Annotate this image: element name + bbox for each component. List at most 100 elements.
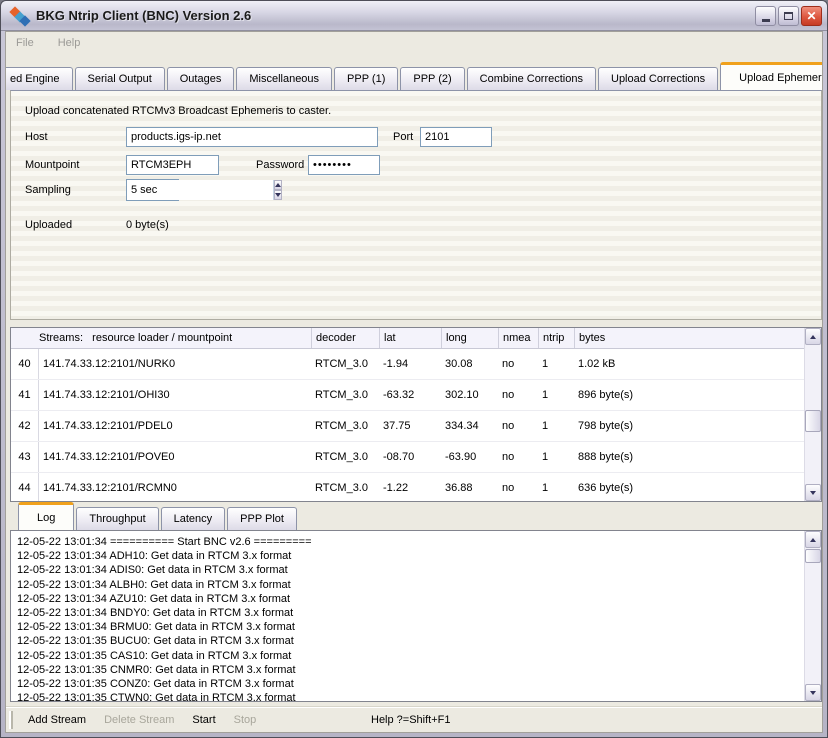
- log-scrollbar[interactable]: [804, 531, 821, 701]
- tab-outages[interactable]: Outages: [167, 67, 235, 90]
- tab-ppp-2[interactable]: PPP (2): [400, 67, 464, 90]
- cell-num: 41: [11, 380, 39, 410]
- tab-upload-corrections[interactable]: Upload Corrections: [598, 67, 718, 90]
- menu-help[interactable]: Help: [58, 37, 81, 49]
- log-line: 12-05-22 13:01:34 ADH10: Get data in RTC…: [17, 549, 801, 563]
- cell-ntrip: 1: [538, 349, 574, 379]
- spin-up-button[interactable]: [274, 180, 282, 190]
- cell-long: 302.10: [441, 380, 498, 410]
- header-lat[interactable]: lat: [379, 328, 441, 348]
- cell-num: 40: [11, 349, 39, 379]
- log-line: 12-05-22 13:01:35 CAS10: Get data in RTC…: [17, 649, 801, 663]
- scrollbar-thumb[interactable]: [805, 410, 821, 432]
- menu-file[interactable]: File: [16, 37, 34, 49]
- window-title: BKG Ntrip Client (BNC) Version 2.6: [36, 8, 755, 23]
- host-label: Host: [25, 131, 48, 143]
- cell-num: 43: [11, 442, 39, 472]
- cell-bytes: 896 byte(s): [574, 380, 804, 410]
- log-line: 12-05-22 13:01:34 AZU10: Get data in RTC…: [17, 592, 801, 606]
- header-long[interactable]: long: [441, 328, 498, 348]
- bottom-toolbar: Add StreamDelete StreamStartStop Help ?=…: [6, 706, 822, 732]
- header-bytes[interactable]: bytes: [574, 328, 804, 348]
- cell-mount: 141.74.33.12:2101/NURK0: [39, 349, 311, 379]
- app-window: BKG Ntrip Client (BNC) Version 2.6 ✕ Fil…: [0, 0, 828, 738]
- maximize-button[interactable]: [778, 6, 799, 26]
- cell-ntrip: 1: [538, 473, 574, 501]
- header-num[interactable]: [11, 328, 39, 348]
- log-line: 12-05-22 13:01:34 BNDY0: Get data in RTC…: [17, 606, 801, 620]
- minimize-icon: [762, 19, 770, 22]
- cell-decoder: RTCM_3.0: [311, 411, 379, 441]
- arrow-up-icon: [810, 335, 816, 339]
- spin-down-button[interactable]: [274, 190, 282, 200]
- cell-nmea: no: [498, 411, 538, 441]
- toolbar-buttons: Add StreamDelete StreamStartStop: [19, 714, 265, 726]
- header-ntrip[interactable]: ntrip: [538, 328, 574, 348]
- cell-mount: 141.74.33.12:2101/OHI30: [39, 380, 311, 410]
- cell-nmea: no: [498, 349, 538, 379]
- cell-long: -63.90: [441, 442, 498, 472]
- mountpoint-input[interactable]: [126, 155, 219, 175]
- tab-upload-ephemeris[interactable]: Upload Ephemeris: [720, 62, 822, 90]
- streams-scrollbar[interactable]: [804, 328, 821, 501]
- stream-row[interactable]: 42141.74.33.12:2101/PDEL0RTCM_3.037.7533…: [11, 411, 804, 442]
- tab-ppp-1[interactable]: PPP (1): [334, 67, 398, 90]
- log-output[interactable]: 12-05-22 13:01:34 ========== Start BNC v…: [10, 530, 822, 702]
- log-tab-ppp-plot[interactable]: PPP Plot: [227, 507, 297, 530]
- cell-long: 36.88: [441, 473, 498, 501]
- scrollbar-thumb[interactable]: [805, 549, 821, 563]
- minimize-button[interactable]: [755, 6, 776, 26]
- host-input[interactable]: [126, 127, 378, 147]
- port-label: Port: [393, 131, 413, 143]
- password-input[interactable]: [308, 155, 380, 175]
- tab-strip: ed EngineSerial OutputOutagesMiscellaneo…: [6, 58, 822, 90]
- sampling-input[interactable]: [127, 180, 273, 200]
- tab-miscellaneous[interactable]: Miscellaneous: [236, 67, 332, 90]
- scroll-down-button[interactable]: [805, 484, 821, 501]
- stream-row[interactable]: 44141.74.33.12:2101/RCMN0RTCM_3.0-1.2236…: [11, 473, 804, 501]
- arrow-down-icon: [275, 193, 281, 197]
- scroll-down-button[interactable]: [805, 684, 821, 701]
- log-tab-log[interactable]: Log: [18, 502, 74, 530]
- log-tab-strip: LogThroughputLatencyPPP Plot: [10, 506, 818, 530]
- header-decoder[interactable]: decoder: [311, 328, 379, 348]
- scroll-up-button[interactable]: [805, 531, 821, 548]
- log-tab-throughput[interactable]: Throughput: [76, 507, 158, 530]
- toolbar-drag-handle[interactable]: [9, 711, 13, 729]
- app-logo-icon: [10, 6, 30, 26]
- port-input[interactable]: [420, 127, 492, 147]
- scroll-up-button[interactable]: [805, 328, 821, 345]
- tab-combine-corrections[interactable]: Combine Corrections: [467, 67, 596, 90]
- cell-lat: -63.32: [379, 380, 441, 410]
- streams-body[interactable]: 40141.74.33.12:2101/NURK0RTCM_3.0-1.9430…: [11, 349, 804, 501]
- panel-description: Upload concatenated RTCMv3 Broadcast Eph…: [25, 105, 331, 117]
- maximize-icon: [784, 12, 793, 20]
- cell-mount: 141.74.33.12:2101/POVE0: [39, 442, 311, 472]
- add-stream-button[interactable]: Add Stream: [19, 714, 95, 726]
- cell-lat: 37.75: [379, 411, 441, 441]
- tab-serial-output[interactable]: Serial Output: [75, 67, 165, 90]
- tab-ed-engine[interactable]: ed Engine: [6, 67, 73, 90]
- cell-decoder: RTCM_3.0: [311, 349, 379, 379]
- header-nmea[interactable]: nmea: [498, 328, 538, 348]
- header-mount[interactable]: Streams: resource loader / mountpoint: [39, 328, 311, 348]
- cell-bytes: 888 byte(s): [574, 442, 804, 472]
- cell-nmea: no: [498, 473, 538, 501]
- stream-row[interactable]: 40141.74.33.12:2101/NURK0RTCM_3.0-1.9430…: [11, 349, 804, 380]
- cell-mount: 141.74.33.12:2101/PDEL0: [39, 411, 311, 441]
- stop-button[interactable]: Stop: [225, 714, 266, 726]
- log-line: 12-05-22 13:01:35 CTWN0: Get data in RTC…: [17, 691, 801, 701]
- stream-row[interactable]: 43141.74.33.12:2101/POVE0RTCM_3.0-08.70-…: [11, 442, 804, 473]
- cell-long: 30.08: [441, 349, 498, 379]
- close-button[interactable]: ✕: [801, 6, 822, 26]
- stream-row[interactable]: 41141.74.33.12:2101/OHI30RTCM_3.0-63.323…: [11, 380, 804, 411]
- cell-num: 42: [11, 411, 39, 441]
- cell-decoder: RTCM_3.0: [311, 380, 379, 410]
- start-button[interactable]: Start: [183, 714, 224, 726]
- delete-stream-button[interactable]: Delete Stream: [95, 714, 183, 726]
- log-tab-latency[interactable]: Latency: [161, 507, 226, 530]
- sampling-stepper[interactable]: [126, 179, 179, 201]
- title-bar[interactable]: BKG Ntrip Client (BNC) Version 2.6 ✕: [1, 1, 827, 31]
- cell-long: 334.34: [441, 411, 498, 441]
- streams-header-row: Streams: resource loader / mountpointdec…: [11, 328, 804, 349]
